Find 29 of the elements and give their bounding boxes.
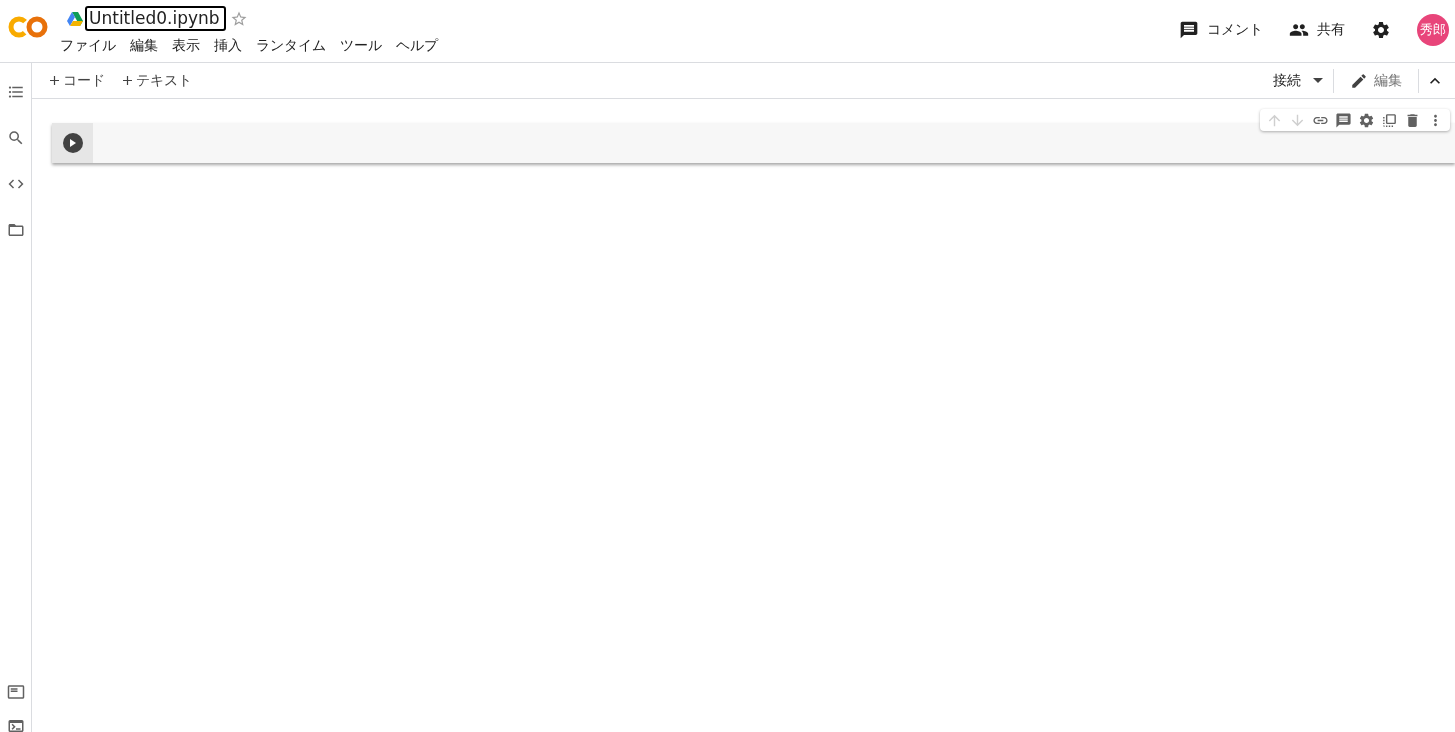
plus-icon [50, 76, 59, 85]
connect-button[interactable]: 接続 [1273, 70, 1333, 91]
menu-item[interactable]: ヘルプ [396, 35, 438, 56]
comment-icon [1179, 19, 1199, 40]
menu-item[interactable]: ツール [340, 35, 382, 56]
add-cell-button[interactable]: コード [48, 70, 107, 91]
notebook-title-field[interactable]: Untitled0.ipynb [85, 6, 226, 31]
edit-button[interactable]: 編集 [1334, 70, 1418, 91]
menu-item[interactable]: ファイル [60, 35, 116, 56]
drive-icon [67, 11, 83, 26]
mirror-cell-icon[interactable] [1381, 111, 1398, 129]
play-icon [69, 139, 76, 147]
menu-item[interactable]: 表示 [172, 35, 200, 56]
plus-icon [123, 76, 132, 85]
avatar[interactable]: 秀郎 [1417, 13, 1449, 46]
share-button[interactable]: 共有 [1289, 19, 1345, 40]
menu-item[interactable]: 挿入 [214, 35, 242, 56]
run-cell-button[interactable] [62, 133, 83, 153]
settings-icon[interactable] [1371, 19, 1391, 40]
code-cell[interactable] [52, 123, 1455, 163]
menu-item[interactable]: 編集 [130, 35, 158, 56]
add-cell-button[interactable]: テキスト [121, 70, 194, 91]
settings-icon[interactable] [1358, 111, 1375, 129]
comment-icon[interactable] [1335, 111, 1352, 129]
menu-item[interactable]: ランタイム [256, 35, 326, 56]
caret-icon [1313, 78, 1323, 83]
pencil-icon [1350, 71, 1368, 90]
logo-icon [8, 15, 48, 39]
comment-button[interactable]: コメント [1179, 19, 1263, 40]
